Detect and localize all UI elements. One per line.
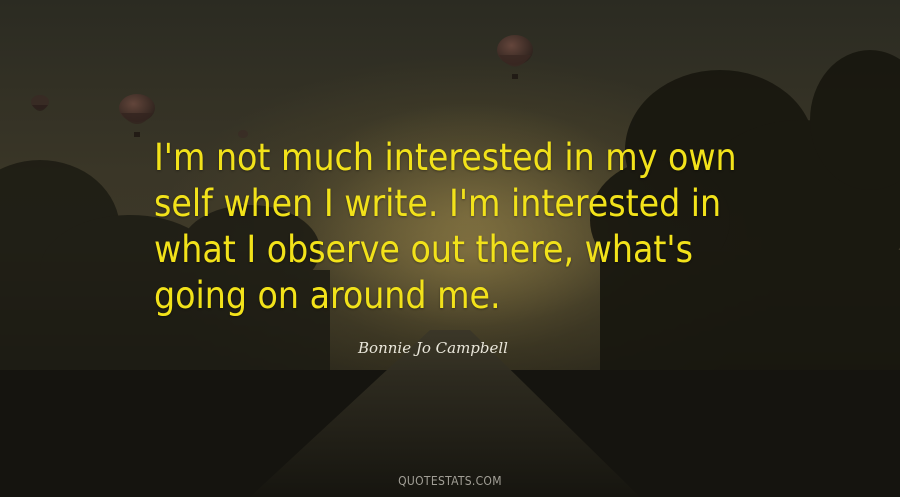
site-watermark: QUOTESTATS.COM	[398, 474, 502, 488]
quote-text: I'm not much interested in my own self w…	[154, 135, 794, 319]
hot-air-balloon-medium	[119, 94, 155, 137]
quote-image: I'm not much interested in my own self w…	[0, 0, 900, 497]
author-name: Bonnie Jo Campbell	[358, 339, 508, 357]
quote-line: what I observe out there, what's	[154, 228, 693, 271]
hot-air-balloon-small	[31, 95, 49, 111]
quote-line: self when I write. I'm interested in	[154, 182, 722, 225]
hot-air-balloon-large	[497, 35, 533, 79]
quote-line: I'm not much interested in my own	[154, 136, 737, 179]
quote-line: going on around me.	[154, 274, 501, 317]
